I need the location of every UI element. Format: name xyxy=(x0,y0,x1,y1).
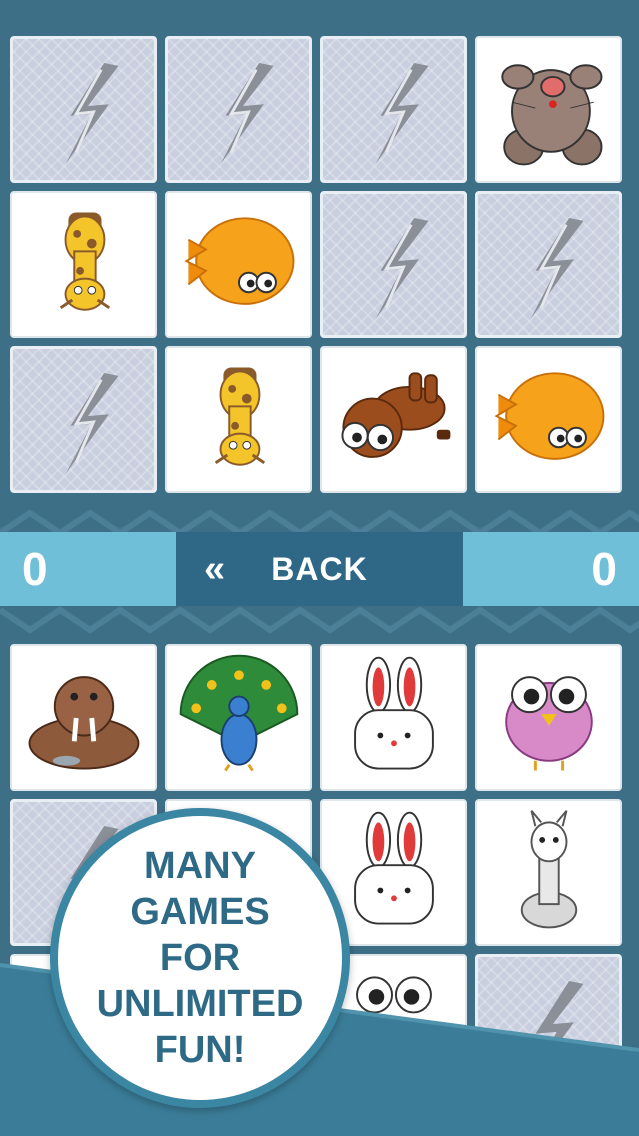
card-pufferfish[interactable] xyxy=(165,191,312,338)
monkey-icon xyxy=(341,372,451,458)
card-hidden[interactable] xyxy=(475,191,622,338)
card-hidden[interactable] xyxy=(320,191,467,338)
card-hidden[interactable] xyxy=(320,36,467,183)
zigzag-decor-top xyxy=(0,509,639,535)
card-giraffe[interactable] xyxy=(10,191,157,338)
crack-icon xyxy=(220,62,274,164)
promo-badge: MANY GAMES FOR UNLIMITED FUN! xyxy=(50,808,350,1108)
mouse-icon xyxy=(501,64,603,166)
walrus-icon xyxy=(28,676,140,770)
card-mouse[interactable] xyxy=(475,36,622,183)
card-peacock[interactable] xyxy=(165,644,312,791)
pufferfish-icon xyxy=(494,372,605,460)
card-giraffe[interactable] xyxy=(165,346,312,493)
crack-icon xyxy=(65,62,119,164)
crack-icon xyxy=(530,217,584,319)
zigzag-decor-bottom xyxy=(0,606,639,634)
crack-icon xyxy=(375,62,429,164)
score-bar: 0 « BACK 0 xyxy=(0,532,639,606)
card-hidden[interactable] xyxy=(165,36,312,183)
back-label: BACK xyxy=(271,550,368,587)
card-hidden[interactable] xyxy=(10,346,157,493)
promo-line-2: FOR UNLIMITED xyxy=(96,937,304,1025)
card-owl[interactable] xyxy=(475,644,622,791)
card-llama[interactable] xyxy=(475,799,622,946)
back-button[interactable]: « BACK xyxy=(176,532,463,606)
card-hidden[interactable] xyxy=(10,36,157,183)
player1-score: 0 xyxy=(0,532,176,606)
llama-icon xyxy=(520,810,578,929)
crack-icon xyxy=(65,372,119,474)
card-rabbit[interactable] xyxy=(320,644,467,791)
peacock-icon xyxy=(179,654,299,772)
giraffe-icon xyxy=(214,367,266,466)
promo-line-3: FUN! xyxy=(154,1029,246,1071)
promo-text: MANY GAMES FOR UNLIMITED FUN! xyxy=(80,843,320,1073)
pufferfish-icon xyxy=(184,217,295,305)
card-pufferfish[interactable] xyxy=(475,346,622,493)
rabbit-icon xyxy=(354,656,434,770)
player2-score: 0 xyxy=(463,532,639,606)
giraffe-icon xyxy=(59,212,111,311)
card-walrus[interactable] xyxy=(10,644,157,791)
promo-line-1: MANY GAMES xyxy=(130,845,270,933)
top-card-grid xyxy=(10,36,630,493)
owl-icon xyxy=(505,676,593,771)
card-monkey[interactable] xyxy=(320,346,467,493)
crack-icon xyxy=(375,217,429,319)
double-chevron-left-icon: « xyxy=(204,548,226,590)
